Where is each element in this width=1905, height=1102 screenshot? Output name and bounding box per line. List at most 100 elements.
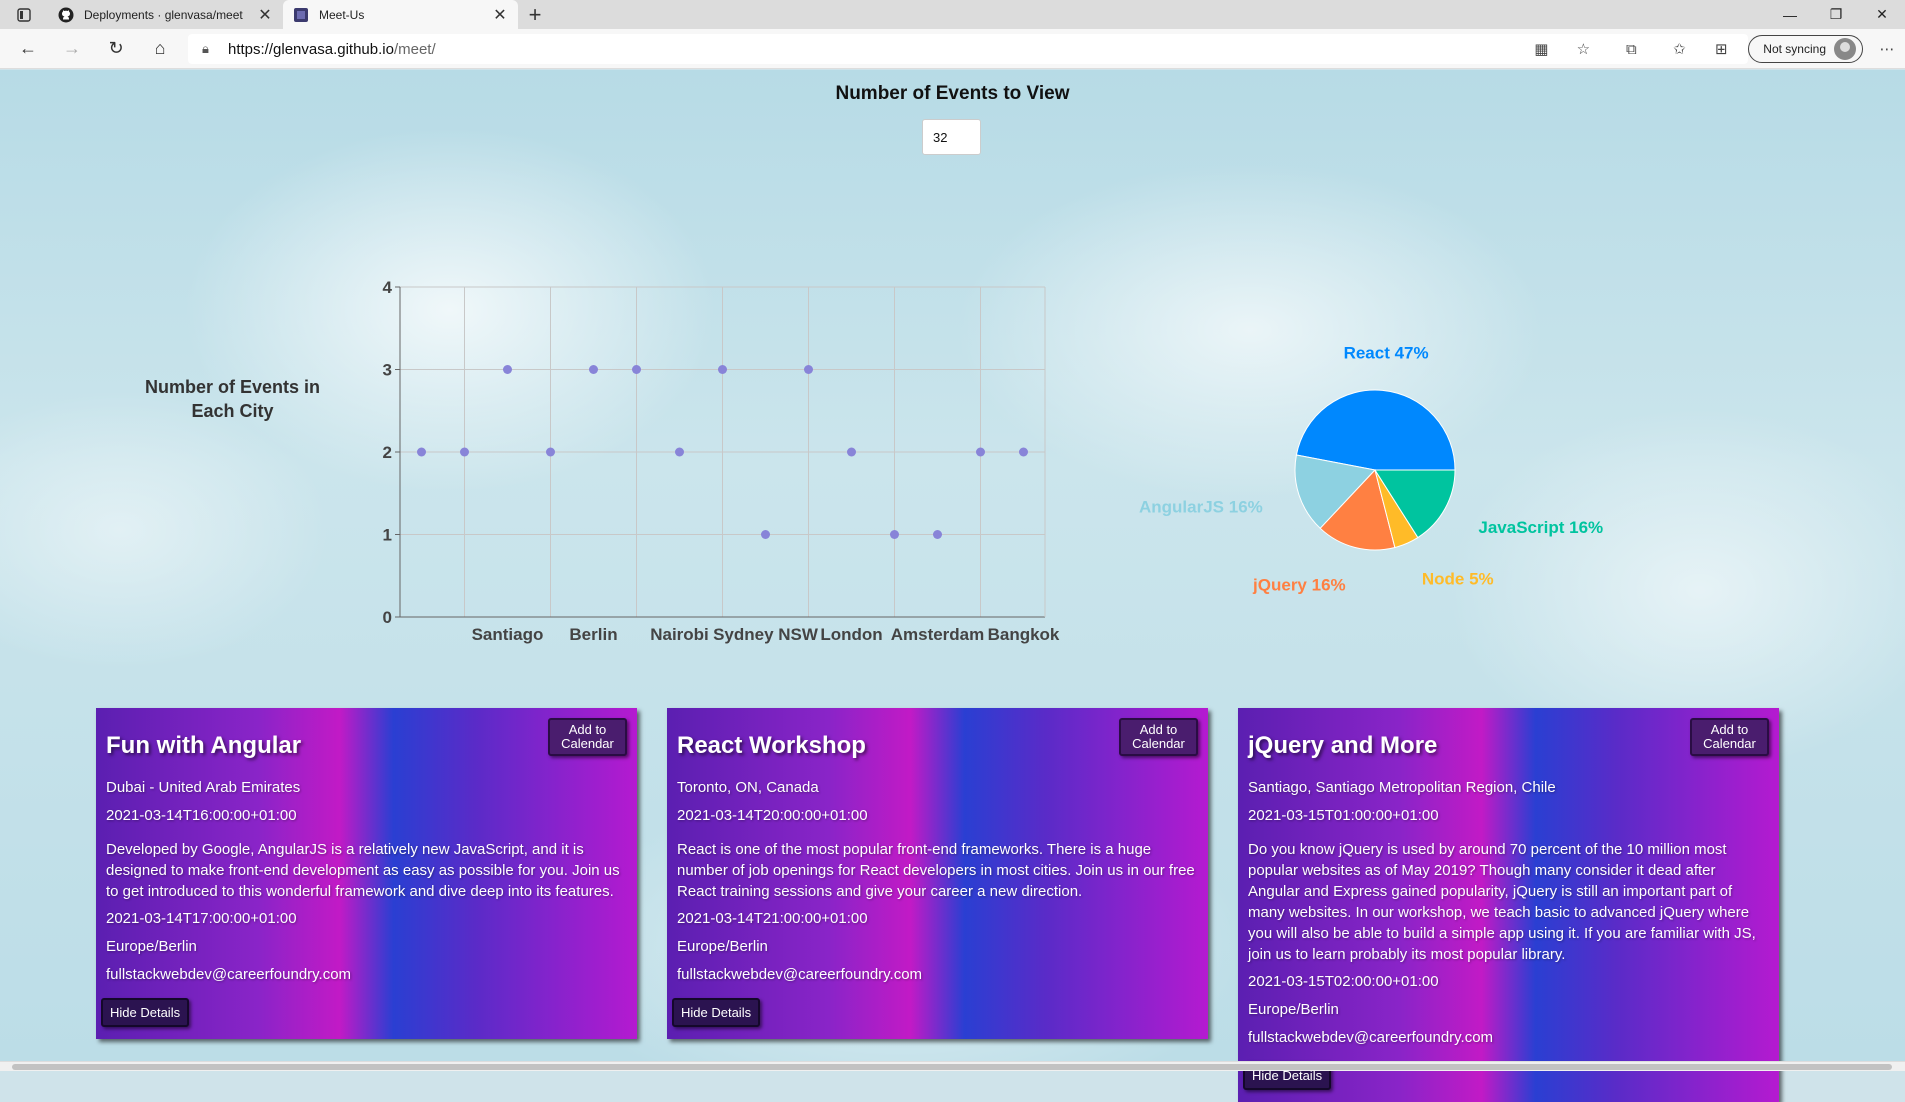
- tab-strip: Deployments · glenvasa/meet ✕ Meet-Us ✕ …: [0, 0, 1905, 29]
- add-to-calendar-button[interactable]: Add to Calendar: [548, 718, 627, 756]
- scatter-title: Number of Events in Each City: [144, 377, 321, 421]
- avatar: [1834, 38, 1856, 60]
- github-icon: [58, 7, 74, 23]
- scatter-point: [589, 365, 598, 374]
- event-timezone: Europe/Berlin: [1248, 1001, 1339, 1018]
- more-icon[interactable]: ⋯: [1869, 29, 1905, 69]
- event-card: Add to Calendar Fun with Angular Dubai -…: [96, 708, 637, 1039]
- url-path: /meet/: [393, 40, 436, 58]
- scatter-point: [417, 447, 426, 457]
- y-tick-label: 3: [383, 361, 392, 380]
- scatter-point: [632, 365, 641, 374]
- scatter-point: [804, 365, 813, 374]
- event-email: fullstackwebdev@careerfoundry.com: [106, 966, 352, 983]
- x-tick-label: Sydney NSW: [713, 625, 819, 644]
- forward-icon[interactable]: →: [50, 29, 94, 69]
- minimize-icon[interactable]: —: [1767, 0, 1813, 29]
- favorites-icon[interactable]: ✩: [1658, 29, 1700, 69]
- x-tick-label: Bangkok: [988, 625, 1060, 644]
- scatter-point: [847, 447, 856, 457]
- restore-icon[interactable]: ❐: [1813, 0, 1859, 29]
- scatter-point: [718, 365, 727, 374]
- hide-details-button[interactable]: Hide Details: [101, 998, 190, 1027]
- pie-chart: React 47% AngularJS 16% jQuery 16% Node 5% J…: [1139, 344, 1603, 595]
- new-tab-icon[interactable]: +: [518, 0, 552, 29]
- pie-label: JavaScript 16%: [1478, 518, 1603, 537]
- tab-title: Deployments · glenvasa/meet: [84, 7, 243, 22]
- y-tick-label: 0: [383, 608, 392, 627]
- url-field[interactable]: 🔒︎ https://glenvasa.github.io/meet/: [188, 34, 1748, 64]
- scrollbar-thumb[interactable]: [12, 1064, 1892, 1070]
- url-host: https://glenvasa.github.io: [228, 40, 394, 58]
- scatter-chart: 0 1 2 3 4 Santiago Berlin Nairobi Sydney NSW Lond…: [383, 278, 1060, 644]
- pie-label: React 47%: [1344, 344, 1429, 363]
- add-to-calendar-button[interactable]: Add to Calendar: [1690, 718, 1769, 756]
- event-description: React is one of the most popular front-e…: [677, 841, 1195, 900]
- home-icon[interactable]: ⌂: [138, 29, 182, 69]
- address-bar: ← → ↻ ⌂ 🔒︎ https://glenvasa.github.io/me…: [0, 29, 1905, 69]
- close-window-icon[interactable]: ✕: [1859, 0, 1905, 29]
- scatter-point: [933, 530, 942, 539]
- event-start: 2021-03-15T01:00:00+01:00: [1248, 807, 1439, 824]
- add-favorite-icon[interactable]: ☆: [1562, 29, 1604, 69]
- page-content: Number of Events to View Number of Event…: [0, 70, 1905, 1102]
- x-tick-label: Amsterdam: [891, 625, 985, 644]
- profile-button[interactable]: Not syncing: [1748, 35, 1863, 63]
- x-tick-label: London: [820, 625, 882, 644]
- scatter-point: [1019, 447, 1028, 457]
- event-end: 2021-03-14T21:00:00+01:00: [677, 910, 868, 927]
- event-location: Santiago, Santiago Metropolitan Region, …: [1248, 779, 1556, 796]
- event-end: 2021-03-14T17:00:00+01:00: [106, 910, 297, 927]
- scatter-point: [675, 447, 684, 457]
- scatter-point: [761, 530, 770, 539]
- x-tick-label: Berlin: [569, 625, 617, 644]
- add-to-calendar-button[interactable]: Add to Calendar: [1119, 718, 1198, 756]
- close-icon[interactable]: ✕: [257, 5, 273, 25]
- y-tick-label: 2: [383, 443, 392, 462]
- refresh-icon[interactable]: ↻: [94, 29, 138, 69]
- tab-deployments[interactable]: Deployments · glenvasa/meet ✕: [48, 0, 283, 29]
- tab-meet-us[interactable]: Meet-Us ✕: [283, 0, 518, 29]
- event-location: Toronto, ON, Canada: [677, 779, 819, 796]
- scatter-point: [546, 447, 555, 457]
- event-description: Developed by Google, AngularJS is a rela…: [106, 841, 620, 900]
- event-card: Add to Calendar jQuery and More Santiago…: [1238, 708, 1779, 1102]
- pie-slice: [1295, 389, 1456, 471]
- tab-actions-icon[interactable]: [0, 0, 48, 29]
- scatter-point: [976, 447, 985, 457]
- x-tick-label: Nairobi: [650, 625, 709, 644]
- num-events-label: Number of Events to View: [835, 83, 1070, 104]
- window-controls: — ❐ ✕: [1767, 0, 1905, 29]
- extensions-icon[interactable]: ⧉: [1610, 29, 1652, 69]
- event-end: 2021-03-15T02:00:00+01:00: [1248, 973, 1439, 990]
- collections-icon[interactable]: ⊞: [1700, 29, 1742, 69]
- scatter-point: [460, 447, 469, 457]
- event-email: fullstackwebdev@careerfoundry.com: [1248, 1029, 1494, 1046]
- back-icon[interactable]: ←: [6, 29, 50, 69]
- pie-label: AngularJS 16%: [1139, 497, 1263, 516]
- event-timezone: Europe/Berlin: [677, 938, 768, 955]
- event-description: Do you know jQuery is used by around 70 …: [1248, 841, 1756, 963]
- app-available-icon[interactable]: ▦: [1520, 29, 1562, 69]
- app-icon: [293, 7, 309, 23]
- sync-label: Not syncing: [1763, 42, 1826, 56]
- event-start: 2021-03-14T16:00:00+01:00: [106, 807, 297, 824]
- event-email: fullstackwebdev@careerfoundry.com: [677, 966, 923, 983]
- scatter-point: [890, 530, 899, 539]
- close-icon[interactable]: ✕: [492, 5, 508, 25]
- num-events-input[interactable]: [922, 119, 981, 155]
- scatter-point: [503, 365, 512, 374]
- hide-details-button[interactable]: Hide Details: [672, 998, 761, 1027]
- toolbar-right: ▦ ☆ ⧉ ✩ ⊞ Not syncing ⋯: [1520, 29, 1905, 69]
- pie-label: jQuery 16%: [1252, 575, 1346, 594]
- pie-label: Node 5%: [1422, 569, 1494, 588]
- tab-title: Meet-Us: [319, 7, 365, 22]
- horizontal-scrollbar[interactable]: [0, 1061, 1905, 1071]
- lock-icon: 🔒︎: [202, 41, 209, 56]
- event-start: 2021-03-14T20:00:00+01:00: [677, 807, 868, 824]
- event-card: Add to Calendar React Workshop Toronto, …: [667, 708, 1208, 1039]
- event-location: Dubai - United Arab Emirates: [106, 779, 301, 796]
- y-tick-label: 1: [383, 526, 392, 545]
- event-timezone: Europe/Berlin: [106, 938, 197, 955]
- y-tick-label: 4: [383, 278, 393, 297]
